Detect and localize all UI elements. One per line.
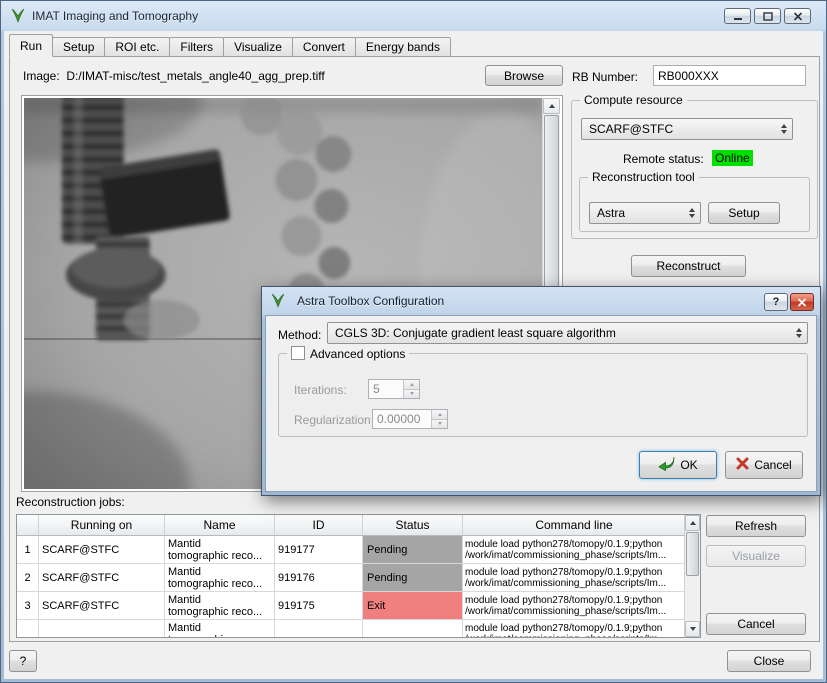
browse-button[interactable]: Browse <box>485 65 563 86</box>
cancel-cross-icon <box>736 457 749 473</box>
scroll-up-icon[interactable] <box>685 515 700 531</box>
refresh-button[interactable]: Refresh <box>706 515 806 537</box>
job-row[interactable]: Mantid tomographic reco... module load p… <box>17 620 685 638</box>
maximize-icon[interactable] <box>754 8 781 24</box>
help-button[interactable]: ? <box>9 650 37 672</box>
spin-updown-icon[interactable] <box>403 380 419 398</box>
tool-setup-button[interactable]: Setup <box>708 202 780 224</box>
reconstruct-button[interactable]: Reconstruct <box>631 255 746 277</box>
job-row[interactable]: 2 SCARF@STFC Mantid tomographic reco... … <box>17 564 685 592</box>
regularization-label: Regularization: <box>294 413 374 427</box>
combo-updown-icon <box>796 328 802 338</box>
ok-button[interactable]: OK <box>639 451 717 479</box>
method-select[interactable]: CGLS 3D: Conjugate gradient least square… <box>327 322 808 344</box>
tab-energy-bands[interactable]: Energy bands <box>355 37 451 57</box>
window-caption-buttons <box>724 8 811 24</box>
window-title: IMAT Imaging and Tomography <box>32 9 198 23</box>
image-path-row: Image: D:/IMAT-misc/test_metals_angle40_… <box>23 69 325 83</box>
jobs-scrollbar-thumb[interactable] <box>686 532 699 576</box>
cancel-job-button[interactable]: Cancel <box>706 613 806 635</box>
close-window-button[interactable]: Close <box>727 650 811 672</box>
tab-visualize[interactable]: Visualize <box>223 37 293 57</box>
advanced-options-checkbox[interactable] <box>291 346 305 360</box>
remote-status-badge: Online <box>712 150 753 166</box>
close-icon[interactable] <box>784 8 811 24</box>
dialog-close-icon[interactable] <box>790 293 814 311</box>
ok-arrow-icon <box>658 456 675 474</box>
remote-status-label: Remote status: <box>623 152 704 166</box>
reconstruction-tool-title: Reconstruction tool <box>588 170 699 184</box>
compute-resource-select[interactable]: SCARF@STFC <box>581 118 793 140</box>
tab-setup[interactable]: Setup <box>52 37 105 57</box>
mantid-dialog-icon <box>270 293 286 309</box>
corner-header-cell[interactable] <box>17 515 39 536</box>
status-badge: Pending <box>363 536 463 564</box>
col-id[interactable]: ID <box>275 515 363 536</box>
tab-run[interactable]: Run <box>9 34 53 57</box>
jobs-table-header: Running on Name ID Status Command line <box>17 515 685 536</box>
image-path: D:/IMAT-misc/test_metals_angle40_agg_pre… <box>66 69 324 83</box>
col-name[interactable]: Name <box>165 515 275 536</box>
app-window: IMAT Imaging and Tomography Run Setup RO… <box>0 0 827 683</box>
col-status[interactable]: Status <box>363 515 463 536</box>
combo-updown-icon <box>689 208 695 218</box>
iterations-label: Iterations: <box>294 383 347 397</box>
advanced-options-header: Advanced options <box>287 346 409 361</box>
status-badge: Pending <box>363 564 463 592</box>
rb-number-label: RB Number: <box>572 70 638 84</box>
col-running-on[interactable]: Running on <box>39 515 165 536</box>
dialog-cancel-button[interactable]: Cancel <box>725 451 803 479</box>
iterations-spinner[interactable]: 5 <box>368 379 420 399</box>
compute-resource-title: Compute resource <box>580 93 687 107</box>
status-badge <box>363 620 463 638</box>
spin-updown-icon[interactable] <box>431 410 447 428</box>
jobs-table: Running on Name ID Status Command line 1… <box>16 514 701 638</box>
tab-bar: Run Setup ROI etc. Filters Visualize Con… <box>9 37 450 57</box>
mantid-app-icon <box>10 8 26 24</box>
tab-roi-etc[interactable]: ROI etc. <box>104 37 170 57</box>
window-titlebar: IMAT Imaging and Tomography <box>1 1 826 31</box>
jobs-table-scrollbar[interactable] <box>684 515 700 637</box>
tab-filters[interactable]: Filters <box>169 37 224 57</box>
status-badge: Exit <box>363 592 463 620</box>
reconstruction-tool-select[interactable]: Astra <box>589 202 701 224</box>
job-row[interactable]: 1 SCARF@STFC Mantid tomographic reco... … <box>17 536 685 564</box>
job-row[interactable]: 3 SCARF@STFC Mantid tomographic reco... … <box>17 592 685 620</box>
col-command-line[interactable]: Command line <box>463 515 685 536</box>
dialog-title: Astra Toolbox Configuration <box>297 294 444 308</box>
visualize-button[interactable]: Visualize <box>706 545 806 567</box>
astra-config-dialog: Astra Toolbox Configuration ? Method: CG… <box>261 286 821 496</box>
dialog-caption-buttons: ? <box>764 293 814 311</box>
combo-updown-icon <box>781 124 787 134</box>
method-label: Method: <box>278 328 321 342</box>
scroll-down-icon[interactable] <box>685 621 700 637</box>
regularization-spinner[interactable]: 0.00000 <box>372 409 448 429</box>
rb-number-input[interactable] <box>653 65 806 86</box>
dialog-help-icon[interactable]: ? <box>764 293 788 311</box>
dialog-titlebar: Astra Toolbox Configuration ? <box>262 287 820 315</box>
scroll-up-icon[interactable] <box>543 98 560 114</box>
image-label: Image: <box>23 69 60 83</box>
tab-convert[interactable]: Convert <box>292 37 356 57</box>
jobs-section-label: Reconstruction jobs: <box>16 495 125 509</box>
minimize-icon[interactable] <box>724 8 751 24</box>
